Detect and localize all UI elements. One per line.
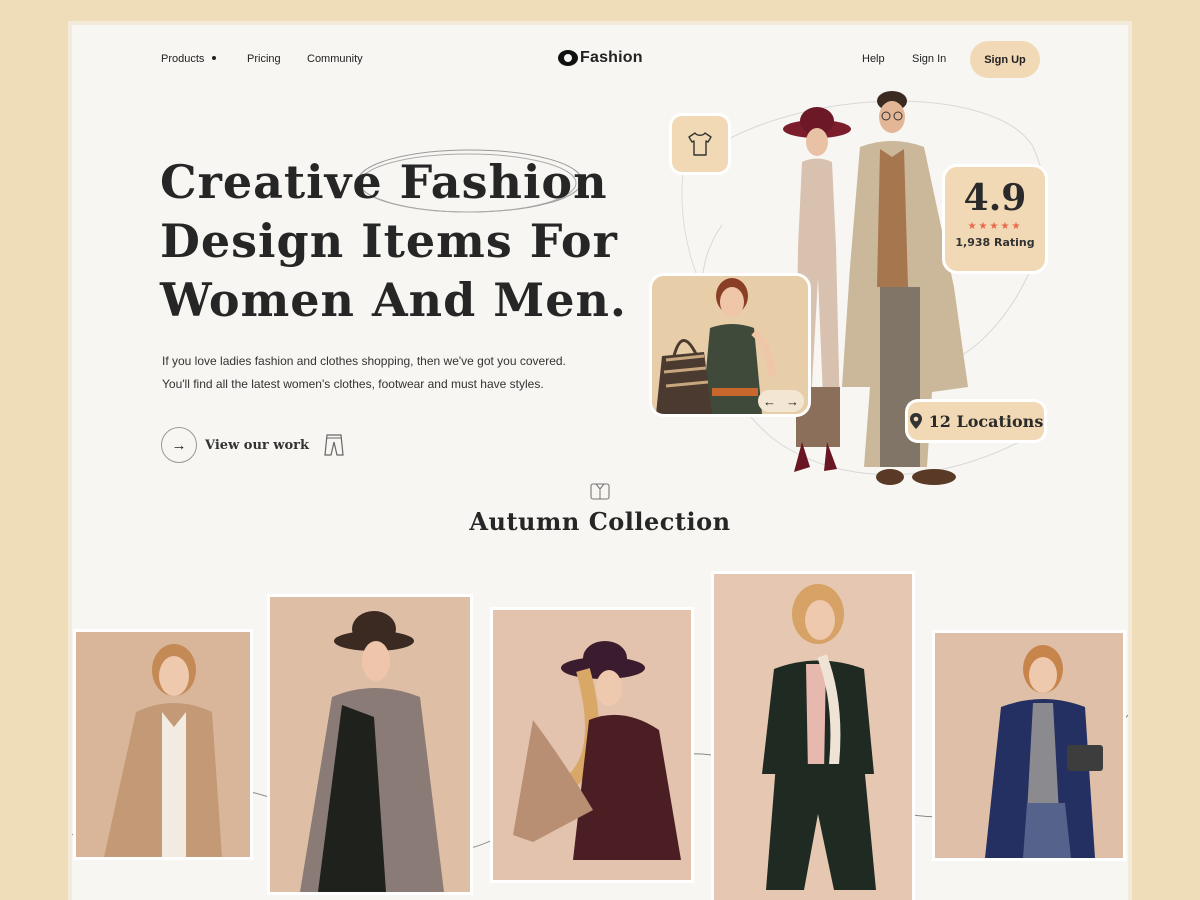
top-navigation: Products Pricing Community Fashion Help … <box>72 25 1128 95</box>
sign-up-button[interactable]: Sign Up <box>970 41 1040 78</box>
collection-title: Autumn Collection <box>469 507 731 536</box>
shirt-box-icon <box>590 483 610 500</box>
rating-stars-icon: ★★★★★ <box>967 221 1023 232</box>
arrow-right-icon[interactable]: → <box>786 394 799 409</box>
brand-logo[interactable]: Fashion <box>558 49 643 67</box>
landing-page: Products Pricing Community Fashion Help … <box>72 25 1128 900</box>
collection-item[interactable] <box>270 597 470 892</box>
slider-controls: ← → <box>758 390 804 412</box>
dropdown-dot-icon <box>212 56 217 61</box>
nav-pricing[interactable]: Pricing <box>247 53 281 65</box>
nav-products-label: Products <box>161 53 205 65</box>
rating-value: 4.9 <box>963 177 1027 219</box>
arrow-right-icon: → <box>161 427 197 463</box>
eye-logo-icon <box>558 50 578 66</box>
collection-item[interactable] <box>493 610 691 880</box>
model-navy-coat-photo <box>935 633 1123 858</box>
nav-products[interactable]: Products <box>161 53 217 65</box>
hero-title-line-3: Women And Men. <box>160 273 627 327</box>
model-black-coat-photo <box>270 597 470 892</box>
locations-card: 12 Locations <box>908 402 1044 440</box>
hero-description-line-1: If you love ladies fashion and clothes s… <box>162 354 566 368</box>
brand-name: Fashion <box>580 49 643 66</box>
collection-item[interactable] <box>714 574 912 900</box>
collection-item[interactable] <box>935 633 1123 858</box>
tshirt-icon <box>688 132 712 156</box>
view-our-work-link[interactable]: → View our work <box>161 427 345 463</box>
map-pin-icon <box>909 413 922 429</box>
rating-count: 1,938 Rating <box>955 236 1035 249</box>
hero-description-line-2: You'll find all the latest women's cloth… <box>162 377 544 391</box>
hero-description: If you love ladies fashion and clothes s… <box>162 350 622 396</box>
hero-title-line-1: Creative Fashion <box>160 155 608 209</box>
model-camel-coat-photo <box>76 632 250 857</box>
hero-title-line-2: Design Items For <box>160 214 618 268</box>
nav-community[interactable]: Community <box>307 53 363 65</box>
locations-count: 12 Locations <box>928 411 1044 431</box>
rating-card: 4.9 ★★★★★ 1,938 Rating <box>945 167 1045 271</box>
model-burgundy-coat-photo <box>493 610 691 880</box>
model-green-suit-photo <box>714 574 912 900</box>
pants-icon <box>324 434 344 456</box>
tshirt-icon-card <box>672 116 728 172</box>
collection-item[interactable] <box>76 632 250 857</box>
nav-help[interactable]: Help <box>862 53 885 65</box>
view-our-work-label: View our work <box>205 437 309 453</box>
nav-sign-in[interactable]: Sign In <box>912 53 946 65</box>
arrow-left-icon[interactable]: ← <box>763 394 776 409</box>
featured-photo-card: ← → <box>652 276 808 414</box>
hero-title: Creative Fashion Design Items For Women … <box>160 153 627 330</box>
